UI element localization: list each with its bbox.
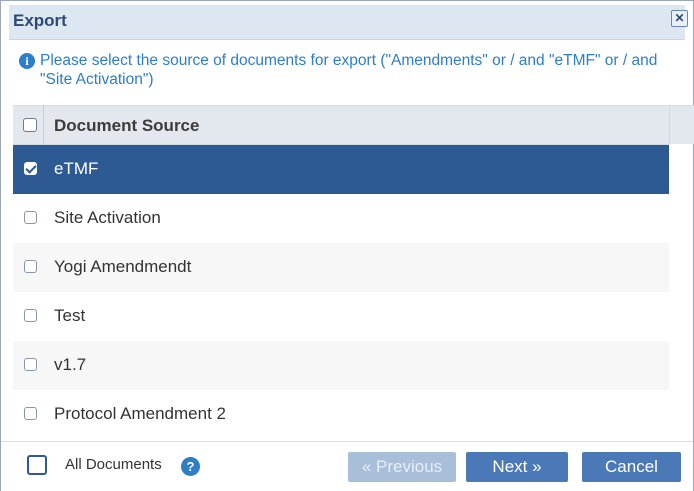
scrollbar-gutter [669,106,694,144]
row-label: Site Activation [54,208,161,227]
help-icon[interactable]: ? [181,457,200,476]
dialog-title: Export [13,11,67,30]
all-documents-checkbox[interactable] [27,455,47,475]
cancel-button[interactable]: Cancel [582,452,681,482]
table-row[interactable]: Site Activation [13,194,669,243]
row-checkbox[interactable] [24,358,37,371]
document-source-grid: Document Source eTMF Site Activation Yogi … [13,105,694,442]
column-header-document-source[interactable]: Document Source [54,116,199,136]
info-message: i Please select the source of documents … [19,51,689,89]
row-label: Yogi Amendmendt [54,257,192,276]
dialog-titlebar: Export ✕ [9,5,688,40]
table-row[interactable]: eTMF [13,145,669,194]
select-all-checkbox[interactable] [23,118,37,132]
row-checkbox[interactable] [24,211,37,224]
row-label: Protocol Amendment 2 [54,404,226,423]
row-checkbox[interactable] [24,407,37,420]
row-label: eTMF [54,159,99,178]
dialog-footer: All Documents ? « Previous Next » Cancel [1,441,693,491]
info-text: Please select the source of documents fo… [40,52,658,88]
next-button[interactable]: Next » [466,452,568,482]
info-icon: i [19,53,35,69]
row-label: v1.7 [54,355,87,374]
row-checkbox[interactable] [24,162,37,175]
row-checkbox[interactable] [24,260,37,273]
row-checkbox[interactable] [24,309,37,322]
table-row[interactable]: v1.7 [13,341,669,390]
export-dialog: Export ✕ i Please select the source of d… [0,0,694,491]
grid-header: Document Source [13,106,669,145]
table-row[interactable]: Yogi Amendmendt [13,243,669,292]
header-checkbox-cell [13,106,44,144]
close-icon[interactable]: ✕ [671,10,688,27]
all-documents-label[interactable]: All Documents [65,456,162,473]
table-row[interactable]: Protocol Amendment 2 [13,390,669,439]
previous-button[interactable]: « Previous [348,452,456,482]
row-label: Test [54,306,86,325]
table-row[interactable]: Test [13,292,669,341]
